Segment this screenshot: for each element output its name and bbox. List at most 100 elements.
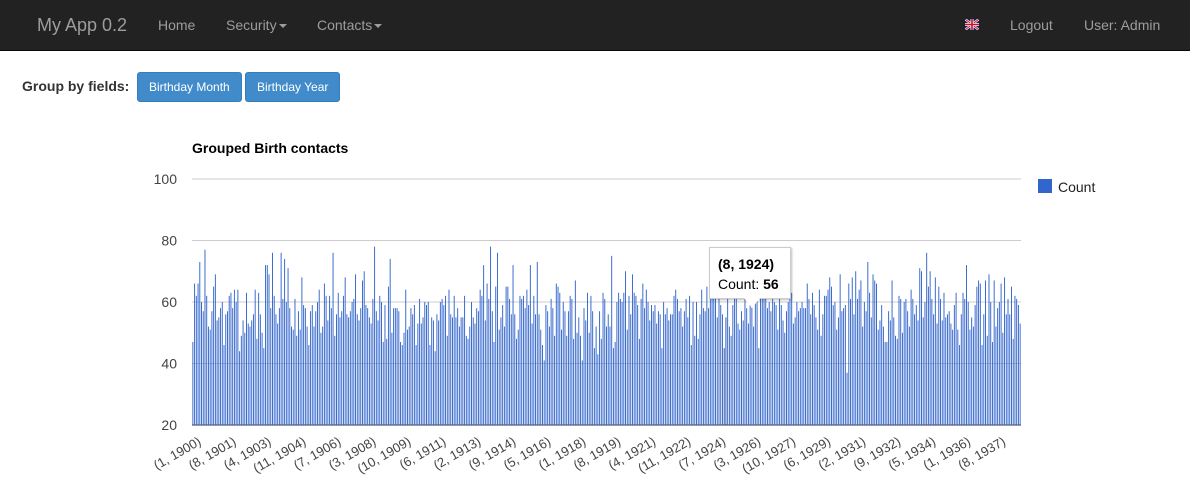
bar[interactable] xyxy=(275,314,277,425)
bar[interactable] xyxy=(228,295,230,425)
bar[interactable] xyxy=(640,298,642,425)
bar[interactable] xyxy=(488,298,490,425)
bar[interactable] xyxy=(775,305,777,425)
bar[interactable] xyxy=(805,308,806,425)
bar[interactable] xyxy=(377,320,379,425)
bar[interactable] xyxy=(862,326,864,425)
brand-link[interactable]: My App 0.2 xyxy=(37,15,127,36)
bar[interactable] xyxy=(521,298,523,425)
bar[interactable] xyxy=(737,323,739,425)
bar[interactable] xyxy=(362,280,363,425)
bar[interactable] xyxy=(768,302,770,425)
bar[interactable] xyxy=(329,295,331,425)
bar[interactable] xyxy=(616,302,618,425)
bar[interactable] xyxy=(730,335,732,425)
bar[interactable] xyxy=(884,341,886,425)
bar[interactable] xyxy=(285,302,287,425)
bar[interactable] xyxy=(699,314,701,425)
bar[interactable] xyxy=(554,335,556,425)
bar[interactable] xyxy=(606,326,607,425)
bar[interactable] xyxy=(706,286,708,426)
bar[interactable] xyxy=(908,326,910,425)
bar[interactable] xyxy=(642,283,644,425)
bar[interactable] xyxy=(422,317,424,426)
bar[interactable] xyxy=(291,326,292,425)
bar[interactable] xyxy=(197,283,199,425)
bar[interactable] xyxy=(325,295,327,425)
bar[interactable] xyxy=(557,286,559,426)
bar[interactable] xyxy=(389,258,391,425)
bar[interactable] xyxy=(889,320,891,425)
bar[interactable] xyxy=(786,311,787,425)
bar[interactable] xyxy=(457,308,459,425)
bar[interactable] xyxy=(979,283,981,425)
bar[interactable] xyxy=(597,354,599,425)
bar[interactable] xyxy=(687,317,689,426)
bar[interactable] xyxy=(297,311,299,425)
bar[interactable] xyxy=(725,317,727,426)
bar[interactable] xyxy=(344,277,346,425)
bar[interactable] xyxy=(310,311,312,425)
bar[interactable] xyxy=(252,314,254,425)
bar[interactable] xyxy=(541,345,543,425)
bar[interactable] xyxy=(346,314,348,425)
bar[interactable] xyxy=(303,305,305,425)
bar[interactable] xyxy=(869,292,871,425)
bar[interactable] xyxy=(991,341,993,425)
bar[interactable] xyxy=(353,298,355,425)
bar[interactable] xyxy=(287,268,289,425)
bar[interactable] xyxy=(988,274,990,425)
bar[interactable] xyxy=(372,298,374,425)
bar[interactable] xyxy=(270,308,272,425)
bar[interactable] xyxy=(1009,314,1011,425)
bar[interactable] xyxy=(408,326,410,425)
bar[interactable] xyxy=(358,320,360,425)
bar[interactable] xyxy=(455,317,457,426)
bar[interactable] xyxy=(683,311,685,425)
bar[interactable] xyxy=(886,341,888,425)
bar[interactable] xyxy=(701,289,703,425)
bar[interactable] xyxy=(221,302,223,425)
bar[interactable] xyxy=(233,289,235,425)
bar[interactable] xyxy=(249,326,251,425)
bar[interactable] xyxy=(590,295,592,425)
bar[interactable] xyxy=(834,302,836,425)
bar[interactable] xyxy=(817,329,819,425)
bar[interactable] xyxy=(1002,332,1004,425)
bar[interactable] xyxy=(912,298,914,425)
bar[interactable] xyxy=(509,298,511,425)
bar[interactable] xyxy=(256,338,258,425)
bar[interactable] xyxy=(387,286,389,426)
bar[interactable] xyxy=(555,283,557,425)
bar[interactable] xyxy=(848,283,850,425)
bar[interactable] xyxy=(654,305,656,425)
bar[interactable] xyxy=(922,317,924,426)
bar[interactable] xyxy=(843,308,845,425)
bar[interactable] xyxy=(417,323,419,425)
bar[interactable] xyxy=(850,298,851,425)
bar[interactable] xyxy=(368,317,370,426)
bar[interactable] xyxy=(966,265,967,425)
bar[interactable] xyxy=(438,320,440,425)
bar[interactable] xyxy=(460,317,462,426)
birthday-year-button[interactable]: Birthday Year xyxy=(245,72,341,102)
bar[interactable] xyxy=(690,345,692,425)
bar[interactable] xyxy=(765,283,767,425)
bar[interactable] xyxy=(734,298,736,425)
bar[interactable] xyxy=(1011,286,1012,426)
bar[interactable] xyxy=(742,320,744,425)
bar[interactable] xyxy=(434,351,436,425)
bar[interactable] xyxy=(471,302,472,425)
bar[interactable] xyxy=(595,326,597,425)
bar[interactable] xyxy=(391,332,393,425)
bar[interactable] xyxy=(412,314,414,425)
bar[interactable] xyxy=(543,360,545,425)
bar[interactable] xyxy=(235,302,237,425)
bar[interactable] xyxy=(877,329,879,425)
bar[interactable] xyxy=(827,289,829,425)
bar[interactable] xyxy=(633,292,635,425)
bar[interactable] xyxy=(711,298,713,425)
bar[interactable] xyxy=(448,289,450,425)
bar[interactable] xyxy=(315,311,317,425)
bar[interactable] xyxy=(227,311,228,425)
